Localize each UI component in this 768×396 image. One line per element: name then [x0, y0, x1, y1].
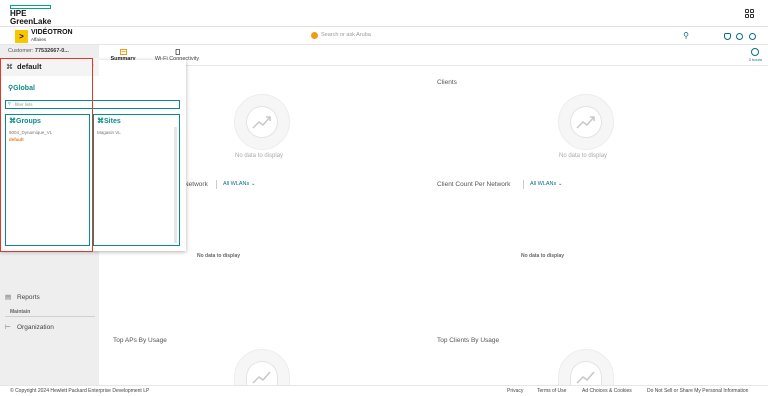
user-icon[interactable] — [749, 33, 756, 40]
time-range-label: 3 hours — [748, 57, 762, 62]
ad-choices-link[interactable]: Ad Choices & Cookies — [582, 388, 632, 394]
trend-chart-icon — [252, 116, 271, 129]
customer-label: Customer: 77532667-0... — [8, 48, 69, 54]
trend-chart-icon — [576, 371, 595, 384]
top-clients-card-title: Top Clients By Usage — [437, 337, 500, 344]
sidebar-item-reports-label: Reports — [17, 294, 40, 301]
global-context-label: Global — [13, 85, 35, 92]
trend-chart-icon — [252, 371, 271, 384]
context-selector-dropdown: ⌘ default ‹ ⚲Global ▿ filter lists ⌘Grou… — [0, 58, 186, 251]
title-divider — [523, 180, 524, 189]
clients-per-network-card-title: Network — [184, 181, 208, 188]
videotron-logo-icon[interactable]: > — [15, 30, 28, 43]
brand-subtitle: Affaires — [31, 37, 47, 42]
groups-title-label: Groups — [16, 118, 41, 125]
sidebar-section-maintain: Maintain — [10, 309, 31, 315]
no-data-message: No data to display — [521, 253, 565, 259]
sites-icon: ⌘ — [97, 118, 104, 125]
groups-icon: ⌘ — [9, 118, 16, 125]
privacy-link[interactable]: Privacy — [507, 388, 523, 394]
sidebar-item-organization[interactable]: ⊢ Organization — [5, 323, 54, 331]
group-context-icon: ⌘ — [6, 64, 13, 71]
copyright-text: © Copyright 2024 Hewlett Packard Enterpr… — [10, 388, 150, 394]
no-data-message: No data to display — [235, 153, 284, 159]
no-data-illustration — [234, 349, 290, 386]
sites-list: ⌘Sites Magasin VL — [93, 114, 180, 246]
title-divider — [216, 180, 217, 189]
do-not-sell-link[interactable]: Do Not Sell or Share My Personal Informa… — [647, 388, 748, 394]
client-count-per-network-card-title: Client Count Per Network — [437, 181, 511, 188]
no-data-illustration — [234, 94, 290, 150]
no-data-illustration — [558, 349, 614, 386]
help-icon[interactable] — [736, 33, 743, 40]
summary-icon — [119, 49, 127, 55]
app-grid-icon[interactable] — [745, 9, 754, 18]
greenlake-logo-text: GreenLake — [10, 17, 52, 26]
no-data-message: No data to display — [197, 253, 241, 259]
sites-title-label: Sites — [104, 118, 121, 125]
notifications-icon[interactable] — [724, 33, 731, 40]
history-icon — [751, 48, 760, 56]
chevron-down-icon: ⌄ — [557, 181, 563, 187]
brand-name: VIDÉOTRON — [31, 29, 73, 36]
list-item-selected[interactable]: default — [9, 137, 24, 142]
search-input[interactable]: Search or ask Aruba — [321, 32, 371, 38]
wlan-filter-dropdown[interactable]: All WLANs ⌄ — [223, 181, 255, 187]
scrollbar[interactable] — [174, 127, 177, 243]
reports-icon: ▤ — [5, 294, 12, 301]
tab-bar: Summary Wi-Fi Connectivity 3 hours — [99, 45, 768, 66]
wlan-filter-label: All WLANs — [530, 181, 557, 187]
organization-icon: ⊢ — [5, 324, 11, 331]
footer: © Copyright 2024 Hewlett Packard Enterpr… — [0, 385, 768, 396]
customer-id[interactable]: 77532667-0... — [35, 48, 69, 54]
list-item[interactable]: 9004_Dynamique_VL — [9, 130, 52, 135]
filter-lists-input[interactable]: ▿ filter lists — [5, 100, 180, 109]
search-bar[interactable]: Search or ask Aruba ⚲ — [308, 30, 693, 42]
groups-list-title: ⌘Groups — [9, 117, 41, 125]
groups-list: ⌘Groups 9004_Dynamique_VL default — [5, 114, 90, 246]
main-content: Clients No data to display No data to di… — [99, 66, 768, 386]
search-icon[interactable]: ⚲ — [683, 31, 689, 40]
terms-link[interactable]: Terms of Use — [537, 388, 566, 394]
list-item[interactable]: Magasin VL — [97, 130, 121, 135]
trend-chart-icon — [576, 116, 595, 129]
selected-context-label: default — [17, 62, 42, 71]
clients-card-title: Clients — [437, 79, 457, 86]
sidebar-item-organization-label: Organization — [17, 324, 54, 331]
wlan-filter-dropdown[interactable]: All WLANs ⌄ — [530, 181, 562, 187]
app-header: > VIDÉOTRON Affaires Search or ask Aruba… — [0, 27, 768, 45]
mobile-icon — [175, 49, 180, 55]
filter-lists-placeholder: filter lists — [15, 102, 33, 107]
aruba-assistant-icon — [311, 32, 318, 39]
hpe-top-bar: HPE GreenLake — [0, 0, 768, 27]
hpe-greenlake-logo[interactable]: HPE GreenLake — [10, 5, 54, 26]
sites-list-title: ⌘Sites — [97, 117, 121, 125]
filter-icon: ▿ — [8, 101, 11, 107]
chevron-left-icon[interactable]: ‹ — [92, 63, 94, 69]
page-root: HPE GreenLake > VIDÉOTRON Affaires Searc… — [0, 0, 768, 396]
customer-label-text: Customer: — [8, 48, 34, 54]
context-selector-header[interactable]: ⌘ default ‹ — [0, 58, 99, 76]
no-data-message: No data to display — [559, 153, 608, 159]
chevron-down-icon: ⌄ — [250, 181, 256, 187]
time-range-selector[interactable]: 3 hours — [749, 48, 762, 62]
global-context-link[interactable]: ⚲Global — [8, 84, 35, 92]
top-aps-card-title: Top APs By Usage — [113, 337, 167, 344]
sidebar-divider — [5, 316, 95, 317]
no-data-illustration — [558, 94, 614, 150]
wlan-filter-label: All WLANs — [223, 181, 250, 187]
sidebar-item-reports[interactable]: ▤ Reports — [5, 293, 40, 301]
